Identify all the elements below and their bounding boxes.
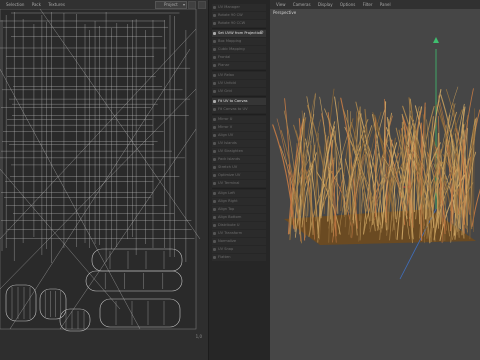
tool-icon xyxy=(213,142,216,145)
menu-options[interactable]: Options xyxy=(340,2,355,7)
tool-icon xyxy=(213,216,216,219)
tool-icon xyxy=(213,150,216,153)
tool-icon xyxy=(213,182,216,185)
menu-panel[interactable]: Panel xyxy=(380,2,391,7)
tool-rotate-cw[interactable]: Rotate 90 CW xyxy=(212,12,266,19)
uv-frame-label: 1,0 xyxy=(195,334,202,339)
tool-uv-relax[interactable]: UV Relax xyxy=(212,72,266,79)
grass-scene xyxy=(272,37,480,280)
uv-mode-select[interactable]: Project ▾ xyxy=(155,1,187,9)
tool-stretch-uv[interactable]: Stretch UV xyxy=(212,164,266,171)
tool-icon xyxy=(213,22,216,25)
tool-frontal[interactable]: Frontal xyxy=(212,54,266,61)
tool-icon xyxy=(213,232,216,235)
tool-icon xyxy=(213,240,216,243)
tool-cubic-mapping[interactable]: Cubic Mapping xyxy=(212,46,266,53)
tool-rotate-ccw[interactable]: Rotate 90 CCW xyxy=(212,20,266,27)
tool-icon xyxy=(213,118,216,121)
uv-editor[interactable]: 1,0 xyxy=(0,9,208,360)
viewport-menubar: View Cameras Display Options Filter Pane… xyxy=(270,0,480,9)
tool-icon xyxy=(213,100,216,103)
menu-cameras[interactable]: Cameras xyxy=(293,2,311,7)
tool-icon xyxy=(213,192,216,195)
tool-icon xyxy=(213,74,216,77)
uv-tools-panel: UV Manager Rotate 90 CW Rotate 90 CCW Se… xyxy=(208,0,272,360)
tool-icon xyxy=(213,90,216,93)
tool-uv-straighten[interactable]: UV Straighten xyxy=(212,148,266,155)
tool-icon xyxy=(213,6,216,9)
tool-icon xyxy=(213,158,216,161)
tool-uv-islands[interactable]: UV Islands xyxy=(212,140,266,147)
tool-uv-transform[interactable]: UV Transform xyxy=(212,230,266,237)
tool-align-left[interactable]: Align Left xyxy=(212,190,266,197)
uv-editor-menubar: Selection Pack Textures Project ▾ xyxy=(0,0,208,9)
3d-viewport[interactable]: Perspective xyxy=(270,9,480,360)
menu-pack[interactable]: Pack xyxy=(32,2,41,7)
menu-textures[interactable]: Textures xyxy=(48,2,65,7)
tool-icon xyxy=(213,40,216,43)
tool-icon xyxy=(213,174,216,177)
tool-icon xyxy=(213,134,216,137)
chevron-down-icon: ▾ xyxy=(182,2,185,7)
tool-uv-snap[interactable]: UV Snap xyxy=(212,246,266,253)
tool-icon xyxy=(213,56,216,59)
tool-align-top[interactable]: Align Top xyxy=(212,206,266,213)
menu-display[interactable]: Display xyxy=(318,2,333,7)
tool-uv-manager[interactable]: UV Manager xyxy=(212,4,266,11)
tool-icon xyxy=(213,166,216,169)
divider xyxy=(212,28,266,29)
uv-mode-value: Project xyxy=(164,2,178,7)
tool-icon xyxy=(213,248,216,251)
tool-mirror-u[interactable]: Mirror U xyxy=(212,116,266,123)
tool-fit-uv-to-canvas[interactable]: Fit UV to Canvas xyxy=(212,98,266,105)
tool-icon xyxy=(213,126,216,129)
tool-distribute-u[interactable]: Distribute U xyxy=(212,222,266,229)
tool-icon xyxy=(213,48,216,51)
tool-icon xyxy=(213,208,216,211)
gear-icon[interactable]: ⚙ xyxy=(260,30,264,37)
tool-uv-unfold[interactable]: UV Unfold xyxy=(212,80,266,87)
divider xyxy=(212,188,266,189)
tool-align-bottom[interactable]: Align Bottom xyxy=(212,214,266,221)
tool-icon xyxy=(213,108,216,111)
tool-box-mapping[interactable]: Box Mapping xyxy=(212,38,266,45)
tool-uv-terminal[interactable]: UV Terminal xyxy=(212,180,266,187)
tool-set-uvw-from-projection[interactable]: Set UVW from Projection ⚙ xyxy=(212,30,266,37)
menu-filter[interactable]: Filter xyxy=(363,2,373,7)
tool-icon xyxy=(213,32,216,35)
tool-align-right[interactable]: Align Right xyxy=(212,198,266,205)
axis-arrow-icon xyxy=(433,37,439,43)
lock-icon[interactable] xyxy=(188,1,196,9)
divider xyxy=(212,114,266,115)
tool-fit-canvas-to-uv[interactable]: Fit Canvas to UV xyxy=(212,106,266,113)
tool-icon xyxy=(213,224,216,227)
tool-icon xyxy=(213,256,216,259)
tool-normalize[interactable]: Normalize xyxy=(212,238,266,245)
tool-pack-islands[interactable]: Pack Islands xyxy=(212,156,266,163)
grass-blades xyxy=(272,86,480,244)
menu-view[interactable]: View xyxy=(276,2,286,7)
tool-planar[interactable]: Planar xyxy=(212,62,266,69)
tool-icon xyxy=(213,64,216,67)
tool-icon xyxy=(213,82,216,85)
tool-flatten[interactable]: Flatten xyxy=(212,254,266,261)
tool-optimize-uv[interactable]: Optimize UV xyxy=(212,172,266,179)
divider xyxy=(212,96,266,97)
tool-uv-grid[interactable]: UV Grid xyxy=(212,88,266,95)
tool-mirror-v[interactable]: Mirror V xyxy=(212,124,266,131)
frame-icon[interactable] xyxy=(198,1,206,9)
uv-wireframe xyxy=(0,9,201,332)
menu-selection[interactable]: Selection xyxy=(6,2,24,7)
tool-icon xyxy=(213,14,216,17)
divider xyxy=(212,70,266,71)
tool-icon xyxy=(213,200,216,203)
tool-align-uv[interactable]: Align UV xyxy=(212,132,266,139)
